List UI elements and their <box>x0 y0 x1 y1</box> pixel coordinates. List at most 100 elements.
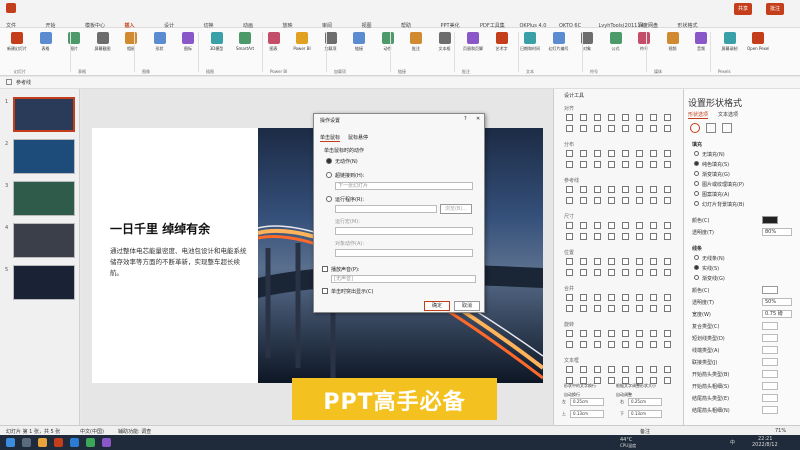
tool-button-1-1-6[interactable] <box>650 161 657 168</box>
tool-button-1-0-6[interactable] <box>650 150 657 157</box>
line-radio-1[interactable] <box>694 265 699 270</box>
tool-button-6-1-6[interactable] <box>650 341 657 348</box>
tool-button-3-0-0[interactable] <box>566 222 573 229</box>
cancel-button[interactable]: 取消 <box>454 301 480 311</box>
fill-color-picker[interactable] <box>762 216 778 224</box>
zoom-level[interactable]: 71% <box>775 428 786 434</box>
tool-button-2-1-5[interactable] <box>636 197 643 204</box>
input-language[interactable]: 中 <box>730 439 735 446</box>
tool-button-4-0-6[interactable] <box>650 258 657 265</box>
tool-button-2-1-6[interactable] <box>650 197 657 204</box>
text-option-1[interactable]: 根据文字调整形状大小 <box>616 383 656 389</box>
tool-button-6-1-7[interactable] <box>664 341 671 348</box>
ribbon-button-20[interactable]: 对象 <box>576 32 598 66</box>
tool-button-6-0-1[interactable] <box>580 330 587 337</box>
tool-button-2-0-5[interactable] <box>636 186 643 193</box>
line-width-input[interactable]: 0.75 磅 <box>762 310 792 318</box>
ribbon-button-14[interactable]: 批注 <box>405 32 427 66</box>
tool-button-4-0-5[interactable] <box>636 258 643 265</box>
action-settings-dialog[interactable]: 操作设置 ? ✕ 单击鼠标 鼠标悬停 单击鼠标时的动作 无动作(N) 超链接到(… <box>313 113 485 313</box>
tool-button-4-0-3[interactable] <box>608 258 615 265</box>
line-extra-picker-1[interactable] <box>762 334 778 342</box>
tool-button-4-1-2[interactable] <box>594 269 601 276</box>
tool-button-7-0-4[interactable] <box>622 366 629 373</box>
size-icon[interactable] <box>722 123 732 133</box>
ribbon-button-13[interactable]: 动作 <box>377 32 399 66</box>
tool-button-4-1-0[interactable] <box>566 269 573 276</box>
ribbon-button-21[interactable]: 公式 <box>605 32 627 66</box>
tool-button-1-1-2[interactable] <box>594 161 601 168</box>
tool-button-1-0-4[interactable] <box>622 150 629 157</box>
tool-button-7-0-1[interactable] <box>580 366 587 373</box>
language-status[interactable]: 中文(中国) <box>80 428 104 435</box>
margin-input-2[interactable]: 0.13cm <box>570 410 604 418</box>
tool-button-1-0-5[interactable] <box>636 150 643 157</box>
tool-button-1-0-0[interactable] <box>566 150 573 157</box>
tool-button-7-0-5[interactable] <box>636 366 643 373</box>
tool-button-6-1-3[interactable] <box>608 341 615 348</box>
app2-icon[interactable] <box>102 438 111 447</box>
effects-icon[interactable] <box>706 123 716 133</box>
program-path-input[interactable] <box>335 205 437 213</box>
slide-thumbnail-0[interactable] <box>13 97 75 132</box>
slide-thumbnail-2[interactable] <box>13 181 75 216</box>
tool-button-4-1-6[interactable] <box>650 269 657 276</box>
tool-button-0-1-4[interactable] <box>622 125 629 132</box>
tool-button-6-0-2[interactable] <box>594 330 601 337</box>
ribbon-button-10[interactable]: Power BI <box>291 32 313 66</box>
tool-button-0-0-2[interactable] <box>594 114 601 121</box>
line-radio-2[interactable] <box>694 275 699 280</box>
tool-button-4-1-5[interactable] <box>636 269 643 276</box>
ribbon-button-19[interactable]: 幻灯片编号 <box>548 32 570 66</box>
tool-button-4-1-4[interactable] <box>622 269 629 276</box>
slide-thumbnail-1[interactable] <box>13 139 75 174</box>
tool-button-7-1-3[interactable] <box>608 377 615 384</box>
tool-button-6-0-3[interactable] <box>608 330 615 337</box>
slide-heading[interactable]: 一日千里 绰绰有余 <box>110 220 210 237</box>
tool-button-3-0-4[interactable] <box>622 222 629 229</box>
tab-shape-options[interactable]: 形状选项 <box>688 111 709 119</box>
margin-input-1[interactable]: 0.25cm <box>628 398 662 406</box>
tool-button-4-1-1[interactable] <box>580 269 587 276</box>
browse-button[interactable]: 浏览(B)... <box>440 204 472 214</box>
ribbon-button-5[interactable]: 形状 <box>149 32 171 66</box>
tool-button-7-0-2[interactable] <box>594 366 601 373</box>
windows-start-icon[interactable] <box>6 438 15 447</box>
ribbon-button-16[interactable]: 页眉和页脚 <box>462 32 484 66</box>
tool-button-7-0-6[interactable] <box>650 366 657 373</box>
fill-radio-3[interactable] <box>694 181 699 186</box>
tool-button-1-0-1[interactable] <box>580 150 587 157</box>
tool-button-5-0-2[interactable] <box>594 294 601 301</box>
tab-mouse-over[interactable]: 鼠标悬停 <box>348 134 368 141</box>
tool-button-3-1-6[interactable] <box>650 233 657 240</box>
ribbon-button-4[interactable]: 相册 <box>120 32 142 66</box>
tool-button-1-1-7[interactable] <box>664 161 671 168</box>
tool-button-4-0-2[interactable] <box>594 258 601 265</box>
tool-button-1-1-0[interactable] <box>566 161 573 168</box>
tool-button-6-0-4[interactable] <box>622 330 629 337</box>
ok-button[interactable]: 确定 <box>424 301 450 311</box>
tool-button-2-1-1[interactable] <box>580 197 587 204</box>
tool-button-0-0-0[interactable] <box>566 114 573 121</box>
tool-button-0-0-1[interactable] <box>580 114 587 121</box>
tool-button-3-0-5[interactable] <box>636 222 643 229</box>
tool-button-0-1-1[interactable] <box>580 125 587 132</box>
ribbon-button-15[interactable]: 文本框 <box>434 32 456 66</box>
tool-button-4-1-7[interactable] <box>664 269 671 276</box>
macro-select[interactable] <box>335 227 473 235</box>
tool-button-6-1-1[interactable] <box>580 341 587 348</box>
line-color-picker[interactable] <box>762 286 778 294</box>
tool-button-3-1-2[interactable] <box>594 233 601 240</box>
ribbon-button-2[interactable]: 图片 <box>63 32 85 66</box>
tool-button-3-1-3[interactable] <box>608 233 615 240</box>
tool-button-5-1-3[interactable] <box>608 305 615 312</box>
object-action-select[interactable] <box>335 249 473 257</box>
tool-button-3-1-5[interactable] <box>636 233 643 240</box>
tool-button-0-1-5[interactable] <box>636 125 643 132</box>
ribbon-button-6[interactable]: 图标 <box>177 32 199 66</box>
tool-button-2-0-0[interactable] <box>566 186 573 193</box>
tool-button-6-0-6[interactable] <box>650 330 657 337</box>
tool-button-2-0-3[interactable] <box>608 186 615 193</box>
tool-button-1-1-5[interactable] <box>636 161 643 168</box>
play-sound-checkbox[interactable] <box>322 266 328 272</box>
